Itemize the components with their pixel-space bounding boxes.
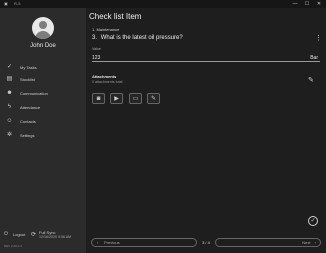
draw-button[interactable]: ✎ bbox=[147, 93, 160, 104]
main-panel: Check list Item 1. Maintenance 3. What i… bbox=[86, 8, 326, 253]
logout-label: Logout bbox=[13, 232, 26, 237]
attachments-count: 0 attachments total bbox=[92, 80, 123, 84]
avatar-body bbox=[35, 31, 51, 39]
app-icon: ▣ bbox=[4, 1, 8, 6]
sidebar-item-stocklist[interactable]: ▤ Stocklist bbox=[0, 74, 86, 86]
minimize-button[interactable]: — bbox=[289, 0, 301, 8]
sidebar-item-my-tasks[interactable]: ✓ My Tasks bbox=[0, 62, 86, 74]
question-label: What is the latest oil pressure? bbox=[100, 35, 183, 41]
user-name: John Doe bbox=[30, 43, 56, 49]
sidebar-item-contacts[interactable]: ☺ Contacts bbox=[0, 116, 86, 128]
avatar[interactable] bbox=[32, 17, 54, 39]
check-icon: ✓ bbox=[310, 218, 316, 224]
page-counter: 3 / 4 bbox=[202, 240, 210, 245]
sidebar-item-attendance[interactable]: ϟ Attendance bbox=[0, 102, 86, 114]
value-label: Value bbox=[92, 47, 101, 51]
question-number: 3. bbox=[92, 35, 98, 41]
sidebar-item-settings[interactable]: ✲ Settings bbox=[0, 130, 86, 142]
sidebar: John Doe ✓ My Tasks ▤ Stocklist ☻ Commun… bbox=[0, 8, 86, 253]
sidebar-item-label: Stocklist bbox=[20, 77, 35, 82]
page-title: Check list Item bbox=[89, 12, 142, 21]
sidebar-item-label: My Tasks bbox=[20, 65, 37, 70]
folder-icon: ▭ bbox=[132, 96, 139, 102]
next-label: Next bbox=[302, 240, 311, 245]
sidebar-item-label: Attendance bbox=[20, 105, 41, 110]
folder-button[interactable]: ▭ bbox=[129, 93, 142, 104]
app-window: ▣ R-5 — ☐ ✕ John Doe ✓ My Tasks ▤ Stockl… bbox=[0, 0, 326, 253]
list-icon: ▤ bbox=[6, 76, 13, 82]
bolt-icon: ϟ bbox=[7, 104, 12, 110]
sync-time: 12/16/2020 9:56 AM bbox=[39, 235, 72, 239]
next-button[interactable]: Next › bbox=[215, 238, 321, 247]
camera-button[interactable]: ◙ bbox=[92, 93, 105, 104]
sidebar-item-communication[interactable]: ☻ Communication bbox=[0, 88, 86, 100]
previous-button[interactable]: ‹ Previous bbox=[91, 238, 197, 247]
video-icon: ▶ bbox=[114, 96, 119, 102]
sidebar-item-label: Communication bbox=[20, 91, 48, 96]
maximize-button[interactable]: ☐ bbox=[301, 0, 313, 8]
pen-icon: ✎ bbox=[150, 96, 157, 102]
people-icon: ☻ bbox=[6, 90, 13, 96]
logout-icon: ⏻ bbox=[4, 231, 8, 237]
gear-icon: ✲ bbox=[6, 132, 13, 138]
avatar-head bbox=[39, 21, 47, 29]
app-title: R-5 bbox=[14, 1, 21, 6]
edit-icon[interactable]: ✎ bbox=[308, 76, 314, 84]
contacts-icon: ☺ bbox=[6, 118, 13, 124]
checklist-section: 1. Maintenance bbox=[92, 27, 120, 32]
complete-button[interactable]: ✓ bbox=[308, 216, 318, 226]
sidebar-item-label: Contacts bbox=[20, 119, 36, 124]
value-input[interactable]: 123 Bar bbox=[92, 53, 320, 62]
camera-icon: ◙ bbox=[96, 96, 101, 102]
more-options-icon[interactable]: ⋮ bbox=[315, 34, 322, 42]
sidebar-item-label: Settings bbox=[20, 133, 35, 138]
question-text: 3. What is the latest oil pressure? bbox=[92, 35, 183, 41]
app-version: REV 2.20.0.4 bbox=[4, 244, 22, 248]
chevron-left-icon: ‹ bbox=[97, 240, 99, 245]
sync-icon[interactable]: ⟳ bbox=[31, 231, 36, 238]
check-icon: ✓ bbox=[6, 64, 13, 70]
value-text: 123 bbox=[92, 55, 101, 61]
title-bar: ▣ R-5 — ☐ ✕ bbox=[0, 0, 326, 8]
chevron-right-icon: › bbox=[314, 240, 316, 245]
attachments-title: Attachments bbox=[92, 74, 117, 79]
unit-label: Bar bbox=[310, 55, 318, 61]
previous-label: Previous bbox=[104, 240, 120, 245]
logout-button[interactable]: ⏻ Logout bbox=[4, 230, 30, 240]
video-button[interactable]: ▶ bbox=[110, 93, 123, 104]
close-button[interactable]: ✕ bbox=[313, 0, 325, 8]
